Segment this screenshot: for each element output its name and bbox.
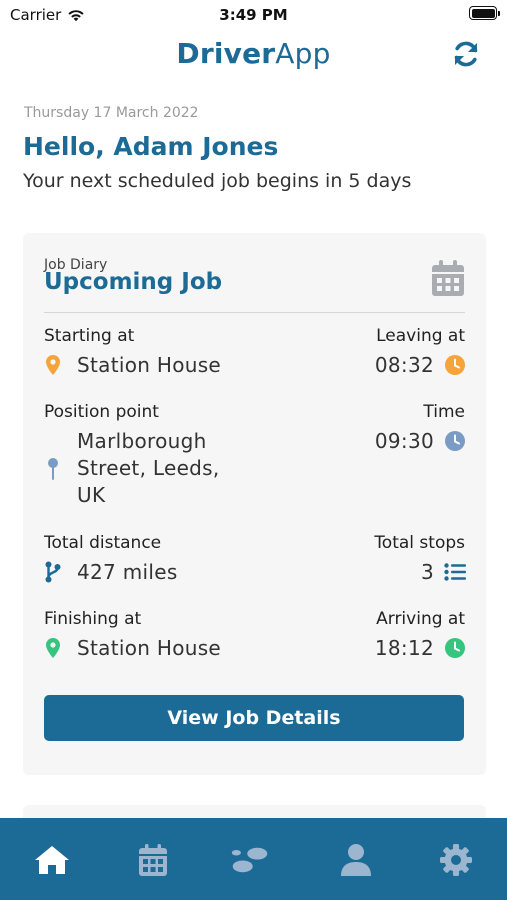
arriving-label: Arriving at bbox=[376, 609, 465, 629]
status-right bbox=[469, 6, 500, 20]
tab-journeys[interactable] bbox=[230, 840, 270, 880]
position-label: Position point bbox=[44, 402, 159, 422]
status-bar: Carrier 3:49 PM bbox=[0, 0, 507, 32]
card-title: Upcoming Job bbox=[44, 269, 223, 295]
leaving-value: 08:32 bbox=[374, 353, 434, 377]
next-job-text: Your next scheduled job begins in 5 days bbox=[23, 170, 412, 192]
distance-value: 427 miles bbox=[77, 560, 178, 584]
position-value: Marlborough Street, Leeds, UK bbox=[77, 428, 220, 509]
clock-icon bbox=[445, 638, 465, 658]
tab-settings[interactable] bbox=[436, 840, 476, 880]
date-label: Thursday 17 March 2022 bbox=[24, 105, 199, 121]
map-pin-icon bbox=[46, 355, 60, 375]
battery-icon bbox=[469, 6, 500, 20]
tab-calendar[interactable] bbox=[133, 840, 173, 880]
stops-value: 3 bbox=[420, 560, 434, 584]
list-icon bbox=[444, 563, 466, 581]
gear-icon bbox=[440, 844, 472, 876]
pushpin-icon bbox=[48, 458, 58, 480]
leaving-label: Leaving at bbox=[376, 326, 465, 346]
clock-icon bbox=[445, 355, 465, 375]
starting-label: Starting at bbox=[44, 326, 135, 346]
starting-value: Station House bbox=[77, 353, 222, 377]
arriving-value: 18:12 bbox=[374, 636, 434, 660]
refresh-icon[interactable] bbox=[451, 39, 481, 69]
position-line-1: Marlborough bbox=[77, 429, 207, 453]
finishing-label: Finishing at bbox=[44, 609, 142, 629]
finishing-value: Station House bbox=[77, 636, 222, 660]
clock-icon bbox=[445, 431, 465, 451]
status-time: 3:49 PM bbox=[219, 6, 288, 24]
tab-home[interactable] bbox=[32, 840, 72, 880]
app-title-bold: Driver bbox=[176, 37, 276, 70]
app-title-light: App bbox=[275, 37, 331, 70]
stops-label: Total stops bbox=[374, 533, 465, 553]
view-job-details-button[interactable]: View Job Details bbox=[44, 695, 464, 741]
time-label: Time bbox=[423, 402, 465, 422]
app-title: DriverApp bbox=[0, 37, 507, 70]
calendar-icon[interactable] bbox=[431, 259, 465, 297]
calendar-icon bbox=[139, 844, 167, 876]
card-divider bbox=[44, 312, 465, 313]
home-icon bbox=[35, 846, 69, 874]
app-header: DriverApp bbox=[0, 34, 507, 78]
position-line-3: UK bbox=[77, 483, 106, 507]
user-icon bbox=[341, 844, 371, 876]
distance-label: Total distance bbox=[44, 533, 162, 553]
tab-profile[interactable] bbox=[336, 840, 376, 880]
footprints-icon bbox=[231, 847, 268, 873]
map-pin-icon bbox=[46, 638, 60, 658]
greeting-title: Hello, Adam Jones bbox=[23, 132, 279, 161]
time-value: 09:30 bbox=[374, 429, 434, 453]
upcoming-job-card: Job Diary Upcoming Job Starting at Leavi… bbox=[23, 233, 486, 775]
route-icon bbox=[45, 561, 61, 583]
position-line-2: Street, Leeds, bbox=[77, 456, 220, 480]
tab-bar bbox=[0, 818, 507, 900]
